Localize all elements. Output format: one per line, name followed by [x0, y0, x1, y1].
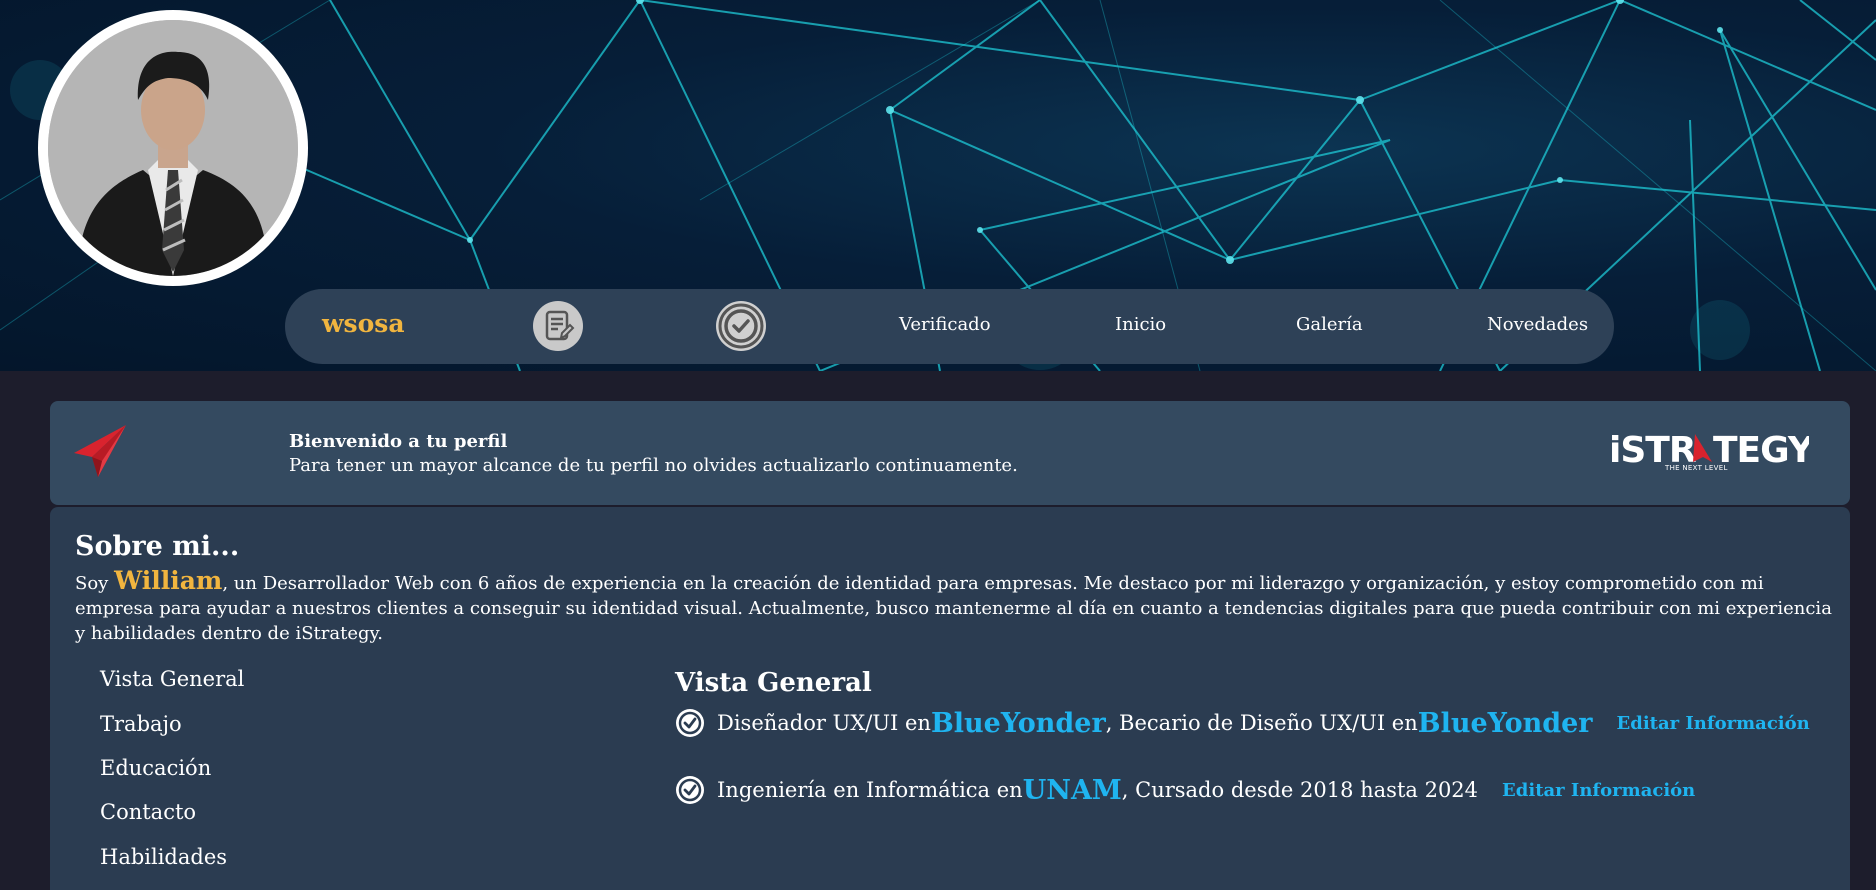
- edit-work-button[interactable]: Editar Información: [1617, 713, 1810, 734]
- nav-link-inicio[interactable]: Inicio: [1115, 314, 1166, 335]
- education-text-1: Ingeniería en Informática en: [717, 778, 1023, 802]
- avatar[interactable]: [38, 10, 308, 286]
- brand-tagline: THE NEXT LEVEL: [1665, 464, 1728, 472]
- welcome-title: Bienvenido a tu perfil: [289, 431, 508, 452]
- side-menu-item-trabajo[interactable]: Trabajo: [100, 712, 182, 736]
- overview-title: Vista General: [675, 668, 872, 698]
- nav-link-novedades[interactable]: Novedades: [1487, 314, 1588, 335]
- overview-row-education: Ingeniería en Informática en UNAM , Curs…: [675, 773, 1695, 807]
- nav-link-galeria[interactable]: Galería: [1296, 314, 1363, 335]
- welcome-text: Para tener un mayor alcance de tu perfil…: [289, 455, 1018, 476]
- side-menu-item-habilidades[interactable]: Habilidades: [100, 845, 227, 869]
- check-circle-icon[interactable]: [716, 301, 766, 351]
- profile-navbar: wsosa Verificado Inicio Galería Novedade…: [285, 289, 1614, 364]
- avatar-photo: [48, 20, 298, 276]
- side-menu-item-vista-general[interactable]: Vista General: [100, 667, 244, 691]
- overview-row-work: Diseñador UX/UI en BlueYonder , Becario …: [675, 706, 1810, 740]
- istrategy-logo[interactable]: iSTR TEGY THE NEXT LEVEL: [1609, 426, 1816, 476]
- side-menu-item-educacion[interactable]: Educación: [100, 756, 211, 780]
- education-text-2: , Cursado desde 2018 hasta 2024: [1121, 778, 1479, 802]
- side-menu-item-contacto[interactable]: Contacto: [100, 800, 196, 824]
- about-body: , un Desarrollador Web con 6 años de exp…: [75, 573, 1832, 644]
- hero-banner: wsosa Verificado Inicio Galería Novedade…: [0, 0, 1876, 371]
- about-title: Sobre mi...: [75, 531, 240, 562]
- work-text-1: Diseñador UX/UI en: [717, 711, 931, 735]
- profile-page: wsosa Verificado Inicio Galería Novedade…: [0, 0, 1876, 890]
- username[interactable]: wsosa: [322, 309, 405, 338]
- work-text-2: , Becario de Diseño UX/UI en: [1105, 711, 1418, 735]
- profile-main-card: Sobre mi... Soy William, un Desarrollado…: [50, 507, 1850, 890]
- person-silhouette-icon: [48, 20, 298, 276]
- about-text: Soy William, un Desarrollador Web con 6 …: [75, 568, 1835, 646]
- nav-link-verificado[interactable]: Verificado: [899, 314, 991, 335]
- check-circle-icon: [676, 776, 704, 804]
- about-name: William: [114, 566, 223, 595]
- work-company-1[interactable]: BlueYonder: [931, 708, 1106, 739]
- paper-plane-icon: [74, 425, 126, 477]
- document-edit-icon[interactable]: [533, 301, 583, 351]
- about-intro: Soy: [75, 573, 109, 594]
- edit-education-button[interactable]: Editar Información: [1502, 780, 1695, 801]
- check-circle-icon: [676, 709, 704, 737]
- welcome-banner: Bienvenido a tu perfil Para tener un may…: [50, 401, 1850, 505]
- education-school[interactable]: UNAM: [1023, 775, 1122, 806]
- work-company-2[interactable]: BlueYonder: [1418, 708, 1593, 739]
